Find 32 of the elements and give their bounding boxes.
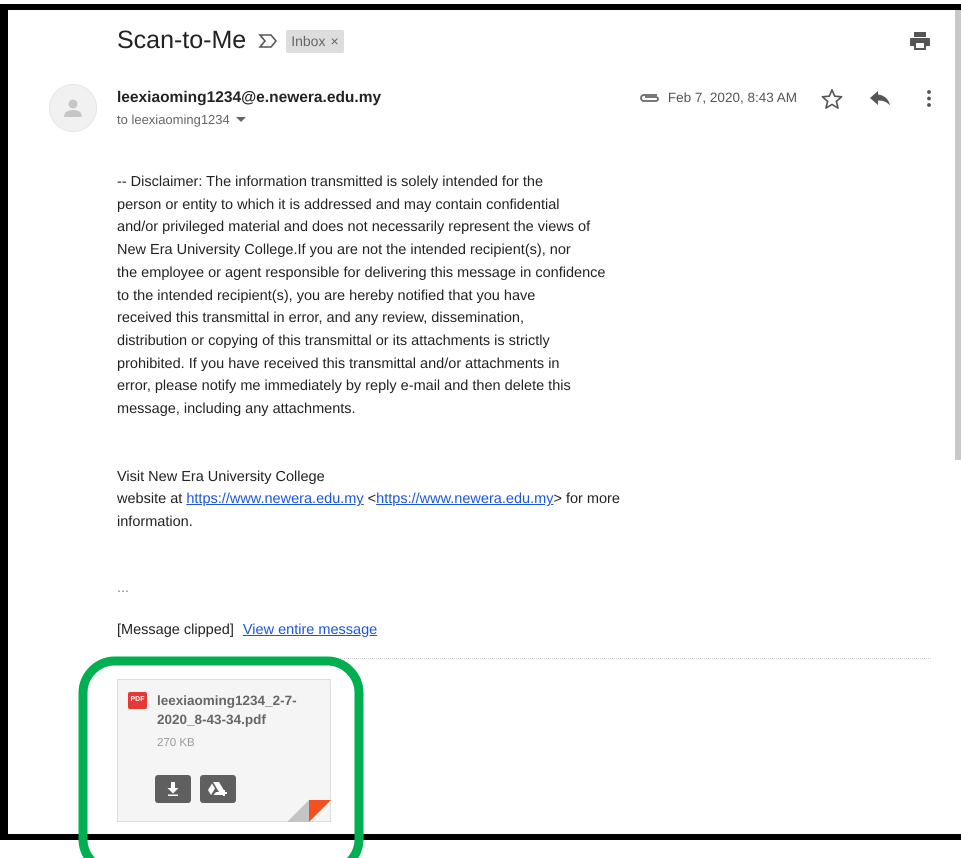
sender-address: leexiaoming1234@e.newera.edu.my	[117, 88, 382, 108]
recipient-text: to leexiaoming1234	[117, 111, 230, 129]
save-to-drive-button[interactable]	[200, 774, 236, 803]
website-text: > for more	[553, 490, 620, 510]
trimmed-content-ellipsis[interactable]: ...	[117, 578, 130, 597]
disclaimer-paragraph: -- Disclaimer: The information transmitted is solely intended for the person or entity to which it is addressed and may contain confidential and/or privileged material and does not necessarily represent the views of New Era University College.If you are not the intended recipient(s), nor the employee or agent responsible for delivering this message in confidence to the intended recipient(s), you are hereby notified that you have received this transmittal in error, and any review, dissemination, distribution or copying of this transmittal or its attachments is strictly prohibited. If you have received this transmittal and/or attachments in error, please notify me immediately by reply e-mail and then delete this message, including any attachments.	[117, 173, 606, 420]
clipped-note: [Message clipped]	[117, 620, 234, 640]
attachment-size: 270 KB	[157, 736, 196, 751]
download-icon	[167, 782, 179, 796]
view-entire-message-link[interactable]: View entire message	[242, 618, 378, 642]
website-text: website at	[117, 490, 184, 510]
website-text: <	[366, 490, 376, 510]
visit-text: Visit New Era University College	[117, 468, 325, 487]
print-icon[interactable]	[909, 31, 931, 51]
website-link[interactable]: https://www.newera.edu.my	[186, 488, 364, 512]
inbox-label[interactable]: Inbox ×	[286, 30, 344, 52]
info-text: information.	[117, 513, 193, 532]
drive-add-icon	[207, 780, 229, 797]
download-button[interactable]	[155, 774, 191, 803]
caret-icon[interactable]	[236, 116, 246, 123]
reply-icon[interactable]	[869, 90, 891, 106]
star-icon[interactable]	[821, 88, 843, 108]
folded-corner-icon	[287, 798, 331, 822]
website-link[interactable]: https://www.newera.edu.my	[376, 488, 554, 512]
more-options-icon[interactable]	[927, 90, 931, 106]
email-subject: Scan-to-Me	[117, 25, 246, 56]
message-date: Feb 7, 2020, 8:43 AM	[668, 88, 797, 107]
person-icon	[63, 98, 83, 118]
attachment-name: leexiaoming1234_2-7-2020_8-43-34.pdf	[157, 692, 298, 729]
importance-marker-icon[interactable]	[258, 33, 278, 49]
label-text: Inbox	[291, 32, 326, 50]
remove-label-button[interactable]: ×	[330, 30, 339, 52]
